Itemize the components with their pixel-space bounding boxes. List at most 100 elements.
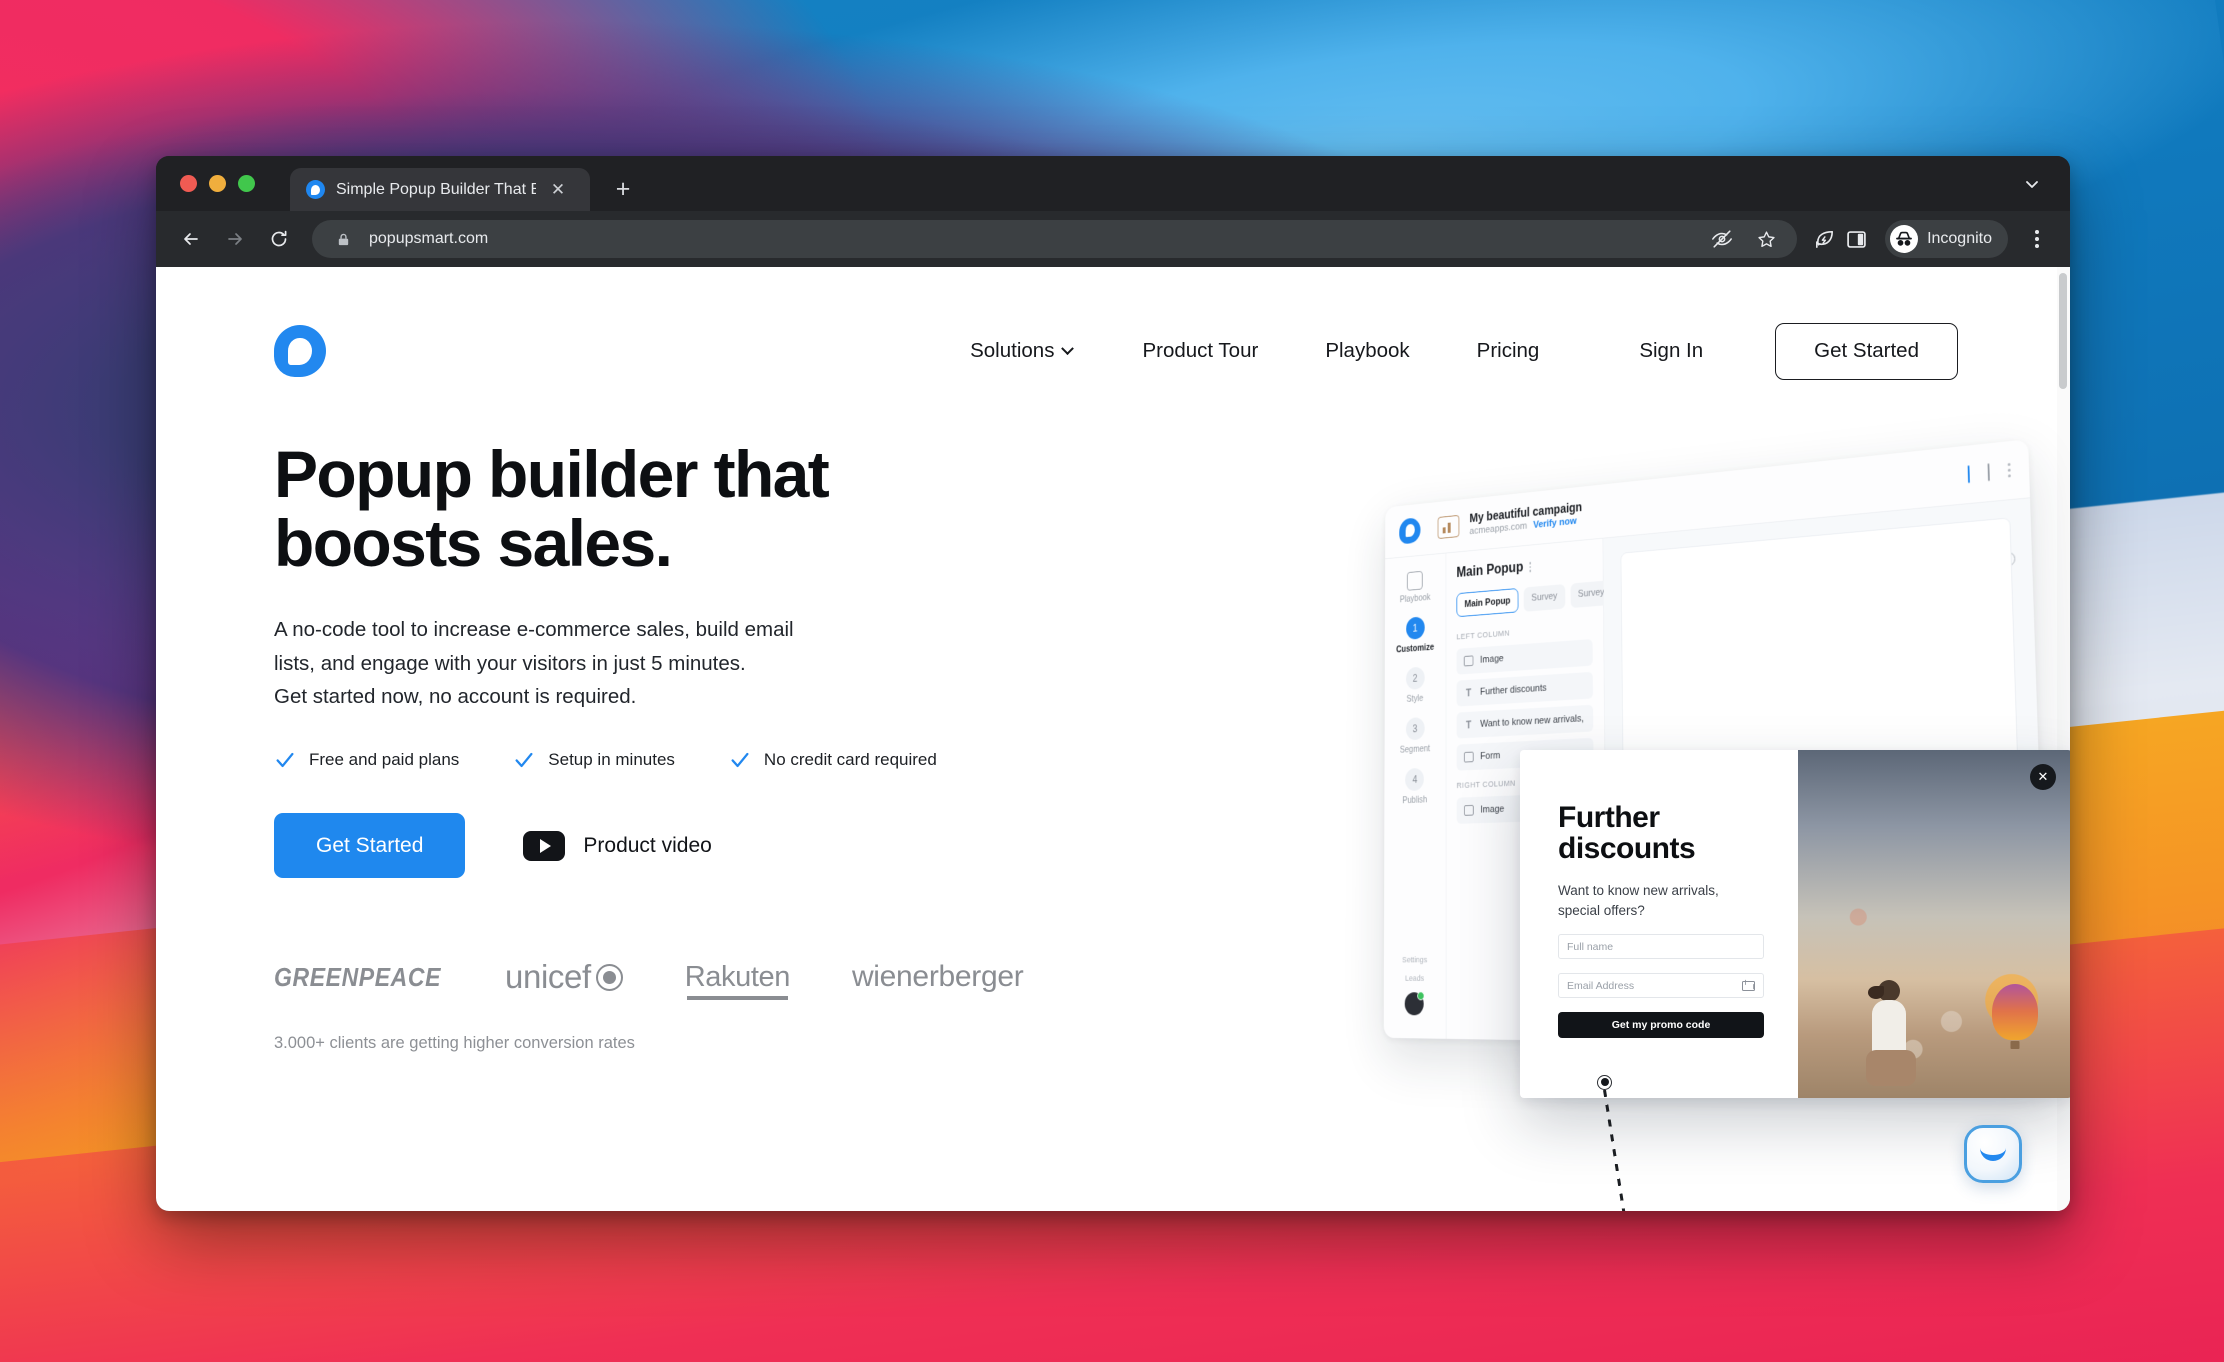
feature-item: No credit card required bbox=[729, 749, 937, 771]
popup-body-text: Want to know new arrivals, special offer… bbox=[1558, 881, 1764, 920]
popupsmart-favicon-icon bbox=[306, 180, 325, 199]
logo-rakuten: Rakuten bbox=[684, 960, 790, 1000]
hero-feature-list: Free and paid plans Setup in minutes No … bbox=[274, 749, 1034, 771]
rail-label: Publish bbox=[1402, 794, 1428, 806]
layer-item[interactable]: Image bbox=[1456, 638, 1593, 675]
nav-item-pricing[interactable]: Pricing bbox=[1477, 329, 1540, 373]
nav-item-sign-in[interactable]: Sign In bbox=[1639, 329, 1703, 373]
avatar[interactable] bbox=[1405, 991, 1425, 1015]
page-title: Popup builder that boosts sales. bbox=[274, 436, 1034, 580]
popup-body-line-2: special offers? bbox=[1558, 902, 1645, 918]
header-get-started-button[interactable]: Get Started bbox=[1775, 323, 1958, 380]
rail-item-playbook[interactable]: Playbook bbox=[1400, 570, 1431, 604]
rail-leads-label[interactable]: Leads bbox=[1402, 973, 1427, 983]
rail-item-segment[interactable]: 3 Segment bbox=[1400, 716, 1430, 755]
hero-section: Popup builder that boosts sales. A no-co… bbox=[156, 436, 2070, 1211]
forward-button[interactable] bbox=[216, 220, 254, 258]
logo-unicef-text: unicef bbox=[505, 958, 591, 996]
close-tab-icon[interactable]: ✕ bbox=[547, 179, 569, 201]
layer-label: Image bbox=[1480, 803, 1505, 815]
hero-subtext-line-2: lists, and engage with your visitors in … bbox=[274, 651, 746, 675]
layer-item[interactable]: T Want to know new arrivals, bbox=[1456, 704, 1594, 739]
minimize-window-button[interactable] bbox=[209, 175, 226, 192]
new-tab-button[interactable]: + bbox=[604, 170, 642, 208]
hero-get-started-button[interactable]: Get Started bbox=[274, 813, 466, 879]
check-icon bbox=[274, 749, 296, 771]
product-video-link[interactable]: Product video bbox=[523, 830, 712, 861]
image-icon bbox=[1464, 804, 1474, 816]
nav-item-solutions[interactable]: Solutions bbox=[970, 329, 1075, 373]
layer-label: Further discounts bbox=[1480, 682, 1547, 697]
form-icon bbox=[1463, 751, 1474, 763]
play-icon bbox=[523, 830, 566, 861]
layer-label: Form bbox=[1480, 749, 1501, 762]
nav-item-product-tour[interactable]: Product Tour bbox=[1142, 329, 1258, 373]
rail-step-number: 4 bbox=[1405, 767, 1425, 791]
lock-icon bbox=[330, 226, 356, 252]
popup-preview-card: Further discounts Want to know new arriv… bbox=[1520, 749, 2070, 1098]
close-window-button[interactable] bbox=[180, 175, 197, 192]
eye-off-icon[interactable] bbox=[1709, 226, 1735, 252]
feature-label: No credit card required bbox=[763, 750, 937, 770]
product-video-label: Product video bbox=[583, 833, 712, 857]
popup-submit-button[interactable]: Get my promo code bbox=[1558, 1012, 1764, 1039]
incognito-icon bbox=[1890, 225, 1919, 253]
nav-item-playbook[interactable]: Playbook bbox=[1325, 329, 1409, 373]
chevron-down-icon[interactable] bbox=[2020, 172, 2044, 196]
popup-email-input[interactable]: Email Address bbox=[1558, 973, 1764, 999]
tab-survey[interactable]: Survey bbox=[1523, 583, 1566, 612]
popup-heading-line-1: Further bbox=[1558, 800, 1660, 834]
close-icon[interactable]: ✕ bbox=[2030, 763, 2056, 790]
site-header: Solutions Product Tour Playbook Pricing … bbox=[156, 267, 2070, 380]
builder-kebab-icon[interactable] bbox=[2007, 462, 2011, 477]
headline-line-1: Popup builder that bbox=[274, 436, 830, 511]
feature-label: Free and paid plans bbox=[309, 750, 460, 770]
address-bar[interactable]: popupsmart.com bbox=[312, 220, 1798, 258]
rail-item-publish[interactable]: 4 Publish bbox=[1402, 767, 1427, 805]
profile-label: Incognito bbox=[1927, 230, 1992, 247]
desktop-view-icon[interactable] bbox=[1967, 464, 1970, 483]
rail-item-customize[interactable]: 1 Customize bbox=[1396, 615, 1434, 654]
leaf-icon[interactable] bbox=[1811, 226, 1837, 252]
browser-toolbar: popupsmart.com Incognito bbox=[156, 211, 2070, 267]
rail-step-number: 1 bbox=[1405, 615, 1425, 640]
back-button[interactable] bbox=[172, 220, 210, 258]
hero-cta-row: Get Started Product video bbox=[274, 813, 1034, 879]
text-icon: T bbox=[1465, 686, 1472, 699]
popup-fullname-input[interactable]: Full name bbox=[1558, 934, 1764, 960]
site-navigation: Solutions Product Tour Playbook Pricing … bbox=[970, 323, 1958, 380]
chat-widget-button[interactable] bbox=[1964, 1125, 2022, 1183]
kebab-menu-icon[interactable] bbox=[2022, 222, 2052, 256]
tab-main-popup[interactable]: Main Popup bbox=[1456, 587, 1519, 617]
browser-tab[interactable]: Simple Popup Builder That Boo ✕ bbox=[290, 168, 590, 211]
browser-tabstrip: Simple Popup Builder That Boo ✕ + bbox=[156, 156, 2070, 211]
popup-email-placeholder: Email Address bbox=[1567, 979, 1635, 992]
popup-fullname-placeholder: Full name bbox=[1567, 940, 1614, 953]
builder-rail: Playbook 1 Customize 2 Style 3 Segment 4… bbox=[1383, 552, 1447, 1039]
playbook-icon bbox=[1407, 570, 1423, 591]
reload-button[interactable] bbox=[260, 220, 298, 258]
chevron-down-icon bbox=[1061, 342, 1075, 355]
profile-button[interactable]: Incognito bbox=[1885, 220, 2008, 258]
rail-label: Segment bbox=[1399, 742, 1431, 755]
popup-hero-image: ✕ bbox=[1798, 749, 2070, 1098]
rail-settings-label[interactable]: Settings bbox=[1402, 955, 1427, 965]
panel-kebab-icon[interactable] bbox=[1529, 561, 1532, 572]
rail-step-number: 3 bbox=[1405, 716, 1425, 740]
logo-wienerberger: wienerberger bbox=[851, 960, 1024, 994]
mobile-view-icon[interactable] bbox=[1987, 462, 1990, 481]
side-panel-icon[interactable] bbox=[1843, 226, 1869, 252]
popup-body-line-1: Want to know new arrivals, bbox=[1558, 883, 1719, 899]
window-controls[interactable] bbox=[180, 175, 255, 192]
popupsmart-logo-icon[interactable] bbox=[274, 325, 326, 378]
rail-item-style[interactable]: 2 Style bbox=[1405, 666, 1425, 704]
hero-mockup: My beautiful campaign acmeapps.com Verif… bbox=[1226, 400, 2070, 1211]
url-text: popupsmart.com bbox=[369, 230, 489, 247]
panel-title-row: Main Popup bbox=[1456, 553, 1591, 581]
maximize-window-button[interactable] bbox=[238, 175, 255, 192]
clients-note: 3.000+ clients are getting higher conver… bbox=[274, 1034, 635, 1053]
layer-item[interactable]: T Further discounts bbox=[1456, 671, 1594, 707]
star-icon[interactable] bbox=[1753, 226, 1779, 252]
unicef-emblem-icon bbox=[595, 963, 623, 991]
browser-window: Simple Popup Builder That Boo ✕ + bbox=[156, 156, 2070, 1211]
